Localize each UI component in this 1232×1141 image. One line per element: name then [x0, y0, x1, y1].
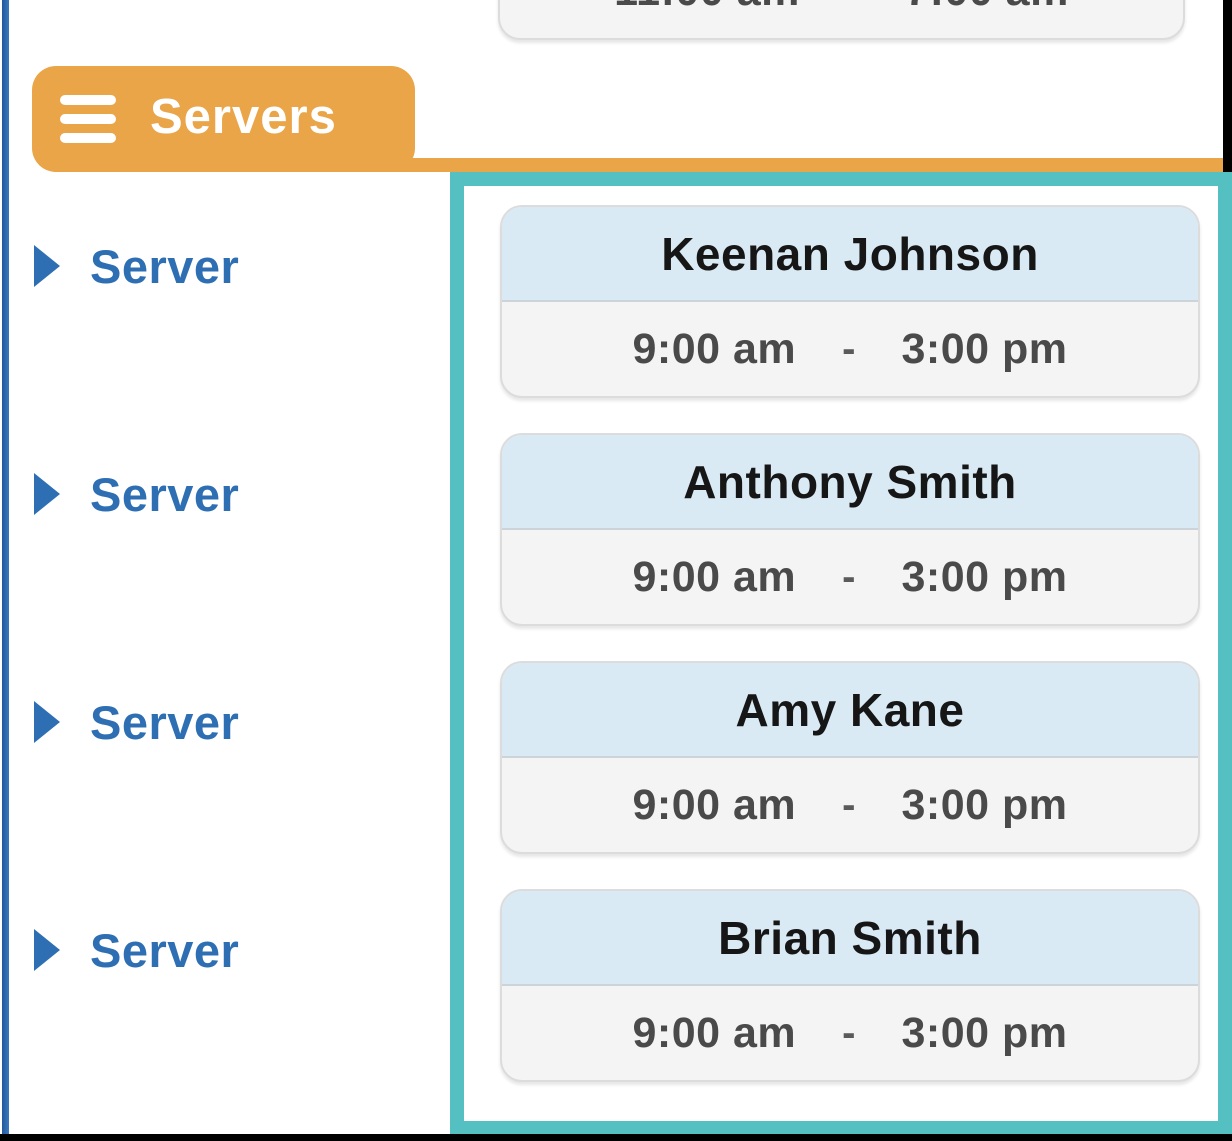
time-end: 3:00 pm	[901, 553, 1067, 602]
shift-time-range: 9:00 am - 3:00 pm	[502, 758, 1198, 852]
servers-tab-label: Servers	[150, 93, 337, 146]
time-separator-icon: -	[842, 783, 855, 828]
shift-card[interactable]: Keenan Johnson 9:00 am - 3:00 pm	[500, 205, 1200, 398]
shift-time-range: 9:00 am - 3:00 pm	[502, 530, 1198, 624]
time-start: 9:00 am	[632, 781, 796, 830]
shift-name: Brian Smith	[502, 891, 1198, 986]
time-end: 3:00 pm	[901, 1009, 1067, 1058]
left-edge-line	[2, 0, 9, 1141]
shift-time-range: 9:00 am - 3:00 pm	[502, 986, 1198, 1080]
time-start: 11:00 am	[614, 0, 800, 16]
time-start: 9:00 am	[632, 325, 796, 374]
shift-name: Keenan Johnson	[502, 207, 1198, 302]
time-start: 9:00 am	[632, 553, 796, 602]
time-end: 7:00 am	[905, 0, 1069, 16]
server-group-row[interactable]: Server	[34, 924, 239, 976]
shift-card[interactable]: Amy Kane 9:00 am - 3:00 pm	[500, 661, 1200, 854]
bottom-edge-line	[0, 1134, 1232, 1141]
time-separator-icon: -	[842, 327, 855, 372]
right-edge-line	[1223, 0, 1232, 172]
shift-card[interactable]: Anthony Smith 9:00 am - 3:00 pm	[500, 433, 1200, 626]
triangle-right-icon[interactable]	[34, 701, 60, 743]
server-group-label: Server	[90, 927, 239, 974]
server-group-row[interactable]: Server	[34, 696, 239, 748]
server-group-label: Server	[90, 471, 239, 518]
shift-name: Anthony Smith	[502, 435, 1198, 530]
shift-card[interactable]: Brian Smith 9:00 am - 3:00 pm	[500, 889, 1200, 1082]
triangle-right-icon[interactable]	[34, 929, 60, 971]
server-group-label: Server	[90, 699, 239, 746]
server-group-row[interactable]: Server	[34, 240, 239, 292]
shift-name: Amy Kane	[502, 663, 1198, 758]
partial-shift-card[interactable]: 11:00 am - 7:00 am	[498, 0, 1185, 40]
time-end: 3:00 pm	[901, 781, 1067, 830]
triangle-right-icon[interactable]	[34, 473, 60, 515]
time-separator-icon: -	[842, 555, 855, 600]
server-group-row[interactable]: Server	[34, 468, 239, 520]
servers-tab[interactable]: Servers	[32, 66, 415, 172]
shift-time-range: 9:00 am - 3:00 pm	[502, 302, 1198, 396]
time-end: 3:00 pm	[901, 325, 1067, 374]
time-separator-icon: -	[846, 0, 859, 14]
schedule-page: 11:00 am - 7:00 am Servers Server Server…	[0, 0, 1232, 1141]
time-separator-icon: -	[842, 1011, 855, 1056]
triangle-right-icon[interactable]	[34, 245, 60, 287]
server-group-label: Server	[90, 243, 239, 290]
hamburger-menu-icon[interactable]	[60, 95, 116, 143]
time-start: 9:00 am	[632, 1009, 796, 1058]
